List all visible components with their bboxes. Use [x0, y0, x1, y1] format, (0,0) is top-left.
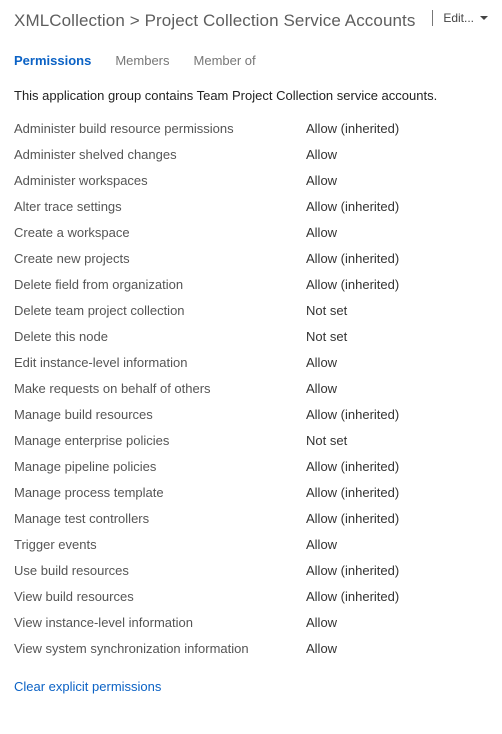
permission-value: Allow: [306, 147, 337, 162]
permission-name: Create new projects: [14, 251, 306, 266]
permission-row[interactable]: Manage process templateAllow (inherited): [14, 479, 488, 505]
permission-value: Allow (inherited): [306, 407, 399, 422]
permission-name: Administer workspaces: [14, 173, 306, 188]
edit-menu-button[interactable]: Edit...: [432, 10, 488, 26]
permission-name: Administer build resource permissions: [14, 121, 306, 136]
clear-explicit-permissions-link[interactable]: Clear explicit permissions: [14, 679, 488, 694]
permission-name: Use build resources: [14, 563, 306, 578]
permission-value: Allow (inherited): [306, 485, 399, 500]
group-description: This application group contains Team Pro…: [14, 88, 488, 103]
permission-name: Manage build resources: [14, 407, 306, 422]
tab-member-of[interactable]: Member of: [194, 53, 256, 68]
edit-label: Edit...: [443, 11, 474, 25]
permission-value: Allow: [306, 537, 337, 552]
permissions-table: Administer build resource permissionsAll…: [14, 115, 488, 661]
permission-name: Manage pipeline policies: [14, 459, 306, 474]
permission-value: Allow (inherited): [306, 563, 399, 578]
tab-members[interactable]: Members: [115, 53, 169, 68]
permission-value: Allow: [306, 641, 337, 656]
permission-name: Manage test controllers: [14, 511, 306, 526]
permission-value: Not set: [306, 433, 347, 448]
permission-value: Allow (inherited): [306, 121, 399, 136]
chevron-down-icon: [480, 16, 488, 21]
separator: [432, 10, 433, 26]
breadcrumb: XMLCollection > Project Collection Servi…: [14, 11, 415, 31]
permission-name: View system synchronization information: [14, 641, 306, 656]
permission-row[interactable]: Delete team project collectionNot set: [14, 297, 488, 323]
permission-value: Allow (inherited): [306, 589, 399, 604]
permission-name: View instance-level information: [14, 615, 306, 630]
permission-row[interactable]: Delete this nodeNot set: [14, 323, 488, 349]
permission-value: Allow: [306, 173, 337, 188]
permission-name: Make requests on behalf of others: [14, 381, 306, 396]
permission-name: View build resources: [14, 589, 306, 604]
permission-name: Manage enterprise policies: [14, 433, 306, 448]
permission-row[interactable]: Manage pipeline policiesAllow (inherited…: [14, 453, 488, 479]
permission-value: Allow (inherited): [306, 511, 399, 526]
permission-name: Alter trace settings: [14, 199, 306, 214]
permission-row[interactable]: View system synchronization informationA…: [14, 635, 488, 661]
tab-permissions[interactable]: Permissions: [14, 53, 91, 68]
permission-value: Allow: [306, 225, 337, 240]
permission-row[interactable]: Manage enterprise policiesNot set: [14, 427, 488, 453]
permission-name: Delete field from organization: [14, 277, 306, 292]
permission-name: Create a workspace: [14, 225, 306, 240]
permission-row[interactable]: Manage build resourcesAllow (inherited): [14, 401, 488, 427]
permission-name: Manage process template: [14, 485, 306, 500]
permission-value: Not set: [306, 329, 347, 344]
permission-value: Allow (inherited): [306, 277, 399, 292]
permission-value: Allow: [306, 381, 337, 396]
permission-row[interactable]: Trigger eventsAllow: [14, 531, 488, 557]
permission-value: Allow: [306, 355, 337, 370]
permission-value: Allow (inherited): [306, 459, 399, 474]
permission-name: Delete team project collection: [14, 303, 306, 318]
permission-row[interactable]: Use build resourcesAllow (inherited): [14, 557, 488, 583]
permission-value: Allow (inherited): [306, 199, 399, 214]
header: XMLCollection > Project Collection Servi…: [14, 10, 488, 31]
permission-name: Trigger events: [14, 537, 306, 552]
permission-row[interactable]: Administer build resource permissionsAll…: [14, 115, 488, 141]
permission-name: Delete this node: [14, 329, 306, 344]
permission-row[interactable]: Alter trace settingsAllow (inherited): [14, 193, 488, 219]
permission-row[interactable]: Manage test controllersAllow (inherited): [14, 505, 488, 531]
permission-row[interactable]: Delete field from organizationAllow (inh…: [14, 271, 488, 297]
permission-row[interactable]: View instance-level informationAllow: [14, 609, 488, 635]
permission-row[interactable]: Administer shelved changesAllow: [14, 141, 488, 167]
permission-value: Allow (inherited): [306, 251, 399, 266]
permission-row[interactable]: Create a workspaceAllow: [14, 219, 488, 245]
permission-row[interactable]: Create new projectsAllow (inherited): [14, 245, 488, 271]
permission-value: Allow: [306, 615, 337, 630]
permission-row[interactable]: Administer workspacesAllow: [14, 167, 488, 193]
permission-name: Administer shelved changes: [14, 147, 306, 162]
permission-name: Edit instance-level information: [14, 355, 306, 370]
permission-row[interactable]: View build resourcesAllow (inherited): [14, 583, 488, 609]
permission-value: Not set: [306, 303, 347, 318]
tabs: Permissions Members Member of: [14, 53, 488, 68]
permission-row[interactable]: Make requests on behalf of othersAllow: [14, 375, 488, 401]
permission-row[interactable]: Edit instance-level informationAllow: [14, 349, 488, 375]
